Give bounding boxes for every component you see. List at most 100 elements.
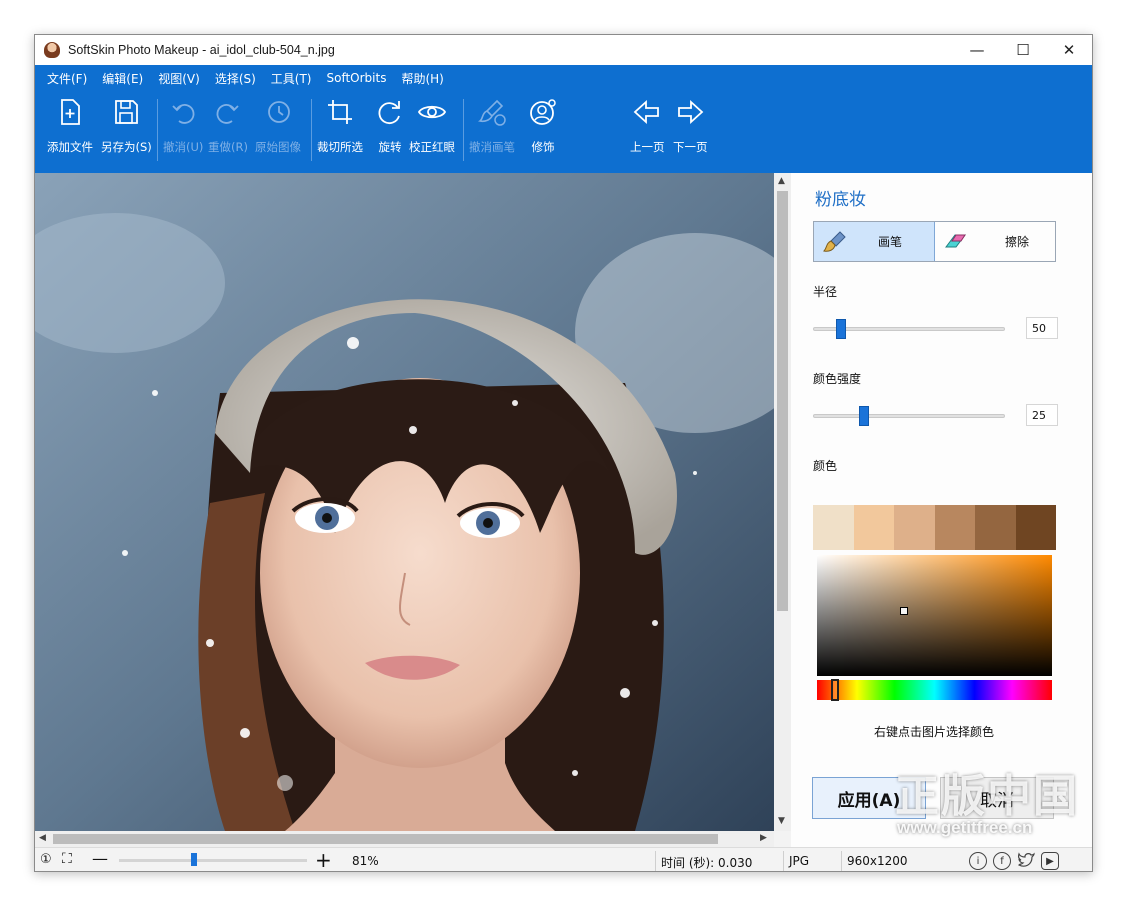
swatch[interactable]	[975, 505, 1016, 550]
brush-mode-button[interactable]: 画笔	[814, 222, 935, 261]
zoom-out-icon[interactable]: —	[92, 849, 108, 868]
processing-time: 时间 (秒): 0.030	[661, 856, 753, 870]
vertical-scroll-thumb[interactable]	[777, 191, 788, 611]
prev-page-label: 上一页	[630, 140, 665, 154]
save-as-label: 另存为(S)	[101, 140, 152, 154]
title-bar: SoftSkin Photo Makeup - ai_idol_club-504…	[35, 35, 1092, 65]
portrait-photo	[35, 173, 774, 831]
brush-undo-icon	[477, 99, 506, 126]
scroll-right-icon[interactable]: ▶	[760, 833, 767, 843]
color-picker-area[interactable]	[817, 555, 1052, 676]
toolbar: 添加文件 另存为(S) 撤消(U) 重做(R) 原始图像 裁切所选 旋转 校正红…	[35, 93, 1092, 171]
hue-slider-knob[interactable]	[831, 679, 839, 701]
actual-size-icon[interactable]: ①	[40, 852, 52, 867]
swatch[interactable]	[1015, 505, 1056, 550]
rotate-icon	[378, 101, 400, 125]
fit-window-icon[interactable]: ⛶	[62, 851, 72, 867]
photo-canvas[interactable]	[35, 173, 774, 831]
swatch[interactable]	[853, 505, 894, 550]
radius-label: 半径	[813, 285, 838, 299]
app-window: SoftSkin Photo Makeup - ai_idol_club-504…	[34, 34, 1093, 872]
radius-slider-knob[interactable]	[836, 319, 846, 339]
save-as-button[interactable]: 另存为(S)	[101, 93, 152, 155]
menu-help[interactable]: 帮助(H)	[401, 70, 443, 87]
retouch-button[interactable]: 修饰	[528, 93, 558, 155]
menu-softorbits[interactable]: SoftOrbits	[327, 71, 387, 85]
rotate-button[interactable]: 旋转	[375, 93, 405, 155]
red-eye-button[interactable]: 校正红眼	[409, 93, 455, 155]
minimize-button[interactable]: —	[954, 35, 1000, 65]
horizontal-scroll-thumb[interactable]	[53, 834, 718, 844]
vertical-scrollbar[interactable]: ▲ ▼	[774, 173, 791, 831]
crop-label: 裁切所选	[317, 140, 363, 154]
arrow-right-icon	[678, 99, 704, 125]
brush-icon	[822, 230, 846, 252]
add-file-label: 添加文件	[47, 140, 93, 154]
add-file-button[interactable]: 添加文件	[47, 93, 93, 155]
twitter-icon[interactable]	[1017, 852, 1035, 870]
save-icon	[115, 100, 139, 124]
color-swatches	[813, 505, 1056, 550]
zoom-slider[interactable]	[119, 859, 307, 862]
zoom-percent: 81%	[352, 854, 379, 868]
undo-button[interactable]: 撤消(U)	[163, 93, 203, 155]
youtube-icon[interactable]: ▶	[1041, 852, 1059, 870]
intensity-label: 颜色强度	[813, 372, 862, 386]
intensity-slider[interactable]	[813, 406, 1005, 426]
menu-view[interactable]: 视图(V)	[158, 70, 200, 87]
window-title: SoftSkin Photo Makeup - ai_idol_club-504…	[68, 43, 335, 57]
app-logo-icon	[44, 42, 60, 58]
menu-tools[interactable]: 工具(T)	[271, 70, 312, 87]
scroll-left-icon[interactable]: ◀	[39, 833, 46, 843]
eye-icon	[417, 105, 447, 119]
retouch-label: 修饰	[531, 140, 555, 154]
info-icon[interactable]: i	[969, 852, 987, 870]
menu-bar: 文件(F) 编辑(E) 视图(V) 选择(S) 工具(T) SoftOrbits…	[35, 65, 1092, 91]
add-file-icon	[61, 99, 80, 125]
zoom-in-icon[interactable]: +	[315, 848, 332, 871]
next-page-button[interactable]: 下一页	[673, 93, 708, 155]
menu-file[interactable]: 文件(F)	[47, 70, 87, 87]
watermark-text: 正版中国	[895, 771, 1079, 822]
panel-title: 粉底妆	[815, 190, 866, 210]
menu-edit[interactable]: 编辑(E)	[102, 70, 143, 87]
status-bar: ① ⛶ — + 81% 时间 (秒): 0.030 JPG 960x1200 i…	[35, 847, 1092, 871]
horizontal-scrollbar[interactable]: ◀ ▶	[35, 831, 774, 847]
erase-mode-button[interactable]: 擦除	[935, 222, 1055, 261]
intensity-slider-knob[interactable]	[859, 406, 869, 426]
history-icon	[268, 101, 290, 123]
mode-toggle: 画笔 擦除	[813, 221, 1056, 262]
original-image-button[interactable]: 原始图像	[255, 93, 301, 155]
prev-page-button[interactable]: 上一页	[630, 93, 665, 155]
close-button[interactable]: ✕	[1046, 35, 1092, 65]
eraser-icon	[945, 234, 966, 247]
erase-mode-label: 擦除	[1005, 235, 1030, 249]
ribbon: 文件(F) 编辑(E) 视图(V) 选择(S) 工具(T) SoftOrbits…	[35, 65, 1092, 173]
intensity-value[interactable]: 25	[1026, 404, 1058, 426]
swatch[interactable]	[894, 505, 935, 550]
redo-button[interactable]: 重做(R)	[208, 93, 248, 155]
arrow-left-icon	[633, 99, 660, 125]
crop-button[interactable]: 裁切所选	[317, 93, 363, 155]
facebook-icon[interactable]: f	[993, 852, 1011, 870]
maximize-button[interactable]: ☐	[1000, 35, 1046, 65]
undo-brush-button[interactable]: 撤消画笔	[469, 93, 515, 155]
hue-slider[interactable]	[817, 679, 1052, 701]
scroll-down-icon[interactable]: ▼	[778, 816, 785, 826]
swatch[interactable]	[934, 505, 975, 550]
brush-mode-label: 画笔	[878, 235, 903, 249]
zoom-slider-knob[interactable]	[191, 853, 197, 866]
color-hint: 右键点击图片选择颜色	[873, 725, 994, 739]
red-eye-label: 校正红眼	[409, 140, 455, 154]
radius-slider[interactable]	[813, 319, 1005, 339]
original-image-label: 原始图像	[255, 140, 301, 154]
radius-value[interactable]: 50	[1026, 317, 1058, 339]
color-picker-cursor[interactable]	[900, 607, 908, 615]
menu-select[interactable]: 选择(S)	[215, 70, 256, 87]
scroll-up-icon[interactable]: ▲	[778, 176, 785, 186]
rotate-label: 旋转	[378, 140, 402, 154]
foundation-panel: 粉底妆 画笔 擦除 半径 50 颜色强度 25 颜色 右键点击图片选择颜色 应用…	[791, 173, 1092, 851]
swatch[interactable]	[813, 505, 854, 550]
retouch-icon	[530, 99, 556, 125]
watermark-url: www.getitfree.cn	[897, 818, 1033, 837]
